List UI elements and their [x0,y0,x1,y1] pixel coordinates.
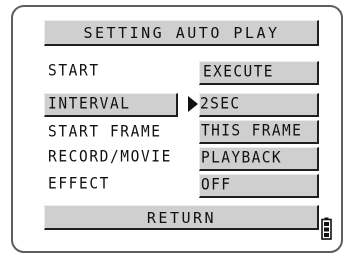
menu-value-start[interactable]: EXECUTE [203,61,274,83]
menu-value-effect[interactable]: OFF [201,174,231,196]
battery-icon [321,217,332,240]
menu-label-effect[interactable]: EFFECT [48,173,110,195]
menu-label-start[interactable]: START [48,60,100,82]
menu-label-interval[interactable]: INTERVAL [48,93,131,115]
menu-label-record-movie[interactable]: RECORD/MOVIE [48,146,172,168]
return-button[interactable]: RETURN [44,205,319,230]
menu-label-start-frame[interactable]: START FRAME [48,121,162,143]
menu-title: SETTING AUTO PLAY [83,24,280,42]
menu-value-record-movie[interactable]: PLAYBACK [201,147,282,169]
menu-value-interval[interactable]: 2SEC [200,93,241,115]
triangle-right-icon [188,96,198,112]
menu-value-start-frame[interactable]: THIS FRAME [201,120,302,142]
